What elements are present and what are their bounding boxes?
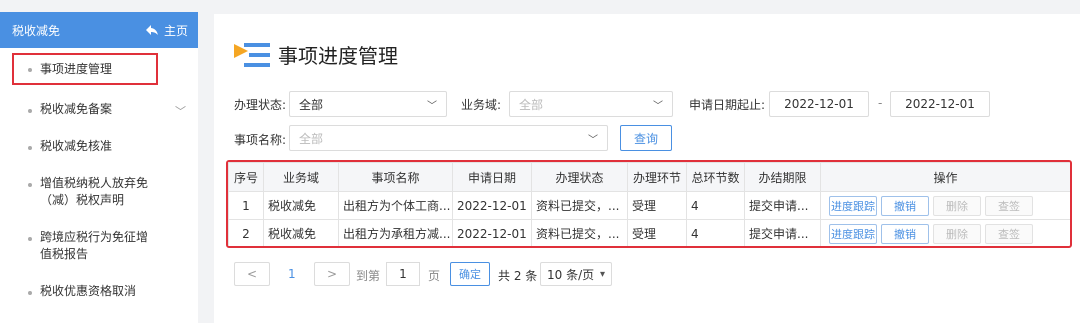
cell-domain: 税收减免 (263, 191, 339, 220)
date-separator: - (878, 96, 883, 110)
sidebar-item-label: 增值税纳税人放弃免（减）税权声明 (40, 176, 149, 207)
bullet-icon (28, 146, 32, 150)
back-arrow-icon (145, 25, 158, 35)
next-page-button[interactable]: > (314, 262, 350, 286)
revoke-button[interactable]: 撤销 (881, 195, 929, 216)
col-header-no: 序号 (228, 162, 264, 192)
bullet-icon (28, 237, 32, 241)
chevron-down-icon: ﹀ (588, 134, 598, 146)
page-unit-label: 页 (428, 269, 441, 283)
cell-date: 2022-12-01 (452, 219, 532, 246)
cell-status: 资料已提交，... (531, 191, 628, 220)
cell-actions: 进度跟踪 撤销 删除 查签 (820, 219, 1070, 246)
sidebar-item-progress[interactable]: 事项进度管理 (12, 53, 158, 85)
domain-select[interactable]: 全部 ﹀ (509, 91, 673, 117)
sidebar-item-label: 跨境应税行为免征增值税报告 (40, 230, 149, 261)
col-header-date: 申请日期 (452, 162, 532, 192)
page-size-select[interactable]: 10 条/页 ▾ (540, 262, 612, 286)
date-range-label: 申请日期起止: (689, 98, 766, 112)
sidebar-item-crossborder[interactable]: 跨境应税行为免征增值税报告 (0, 229, 180, 263)
sidebar-item-label: 税收减免备案 (40, 102, 113, 116)
cell-status: 资料已提交，... (531, 219, 628, 246)
page-header: 事项进度管理 (234, 40, 398, 69)
page-number-input[interactable]: 1 (386, 262, 420, 286)
bullet-icon (28, 183, 32, 187)
sidebar-item-label: 税收减免核准 (40, 139, 113, 153)
results-table: 序号 业务域 事项名称 申请日期 办理状态 办理环节 总环节数 办结期限 操作 … (226, 160, 1072, 248)
cell-deadline: 提交申请... (744, 219, 821, 246)
page-title: 事项进度管理 (278, 44, 398, 68)
bullet-icon (28, 109, 32, 113)
col-header-status: 办理状态 (531, 162, 628, 192)
cell-name: 出租方为个体工商... (338, 191, 453, 220)
delete-button[interactable]: 删除 (933, 195, 981, 216)
sign-button[interactable]: 查签 (985, 195, 1033, 216)
sidebar-item-label: 事项进度管理 (40, 61, 113, 76)
date-end-value: 2022-12-01 (905, 97, 975, 111)
date-start-input[interactable]: 2022-12-01 (769, 91, 869, 117)
delete-button[interactable]: 删除 (933, 223, 981, 244)
prev-page-button[interactable]: < (234, 262, 270, 286)
sidebar-header: 税收减免 主页 (0, 12, 198, 48)
track-button[interactable]: 进度跟踪 (829, 195, 877, 216)
table-row: 2 税收减免 出租方为承租方减... 2022-12-01 资料已提交，... … (228, 219, 1070, 246)
confirm-page-button[interactable]: 确定 (450, 262, 490, 286)
col-header-name: 事项名称 (338, 162, 453, 192)
date-start-value: 2022-12-01 (784, 97, 854, 111)
cell-deadline: 提交申请... (744, 191, 821, 220)
sidebar-item-waiver[interactable]: 增值税纳税人放弃免（减）税权声明 (0, 175, 180, 209)
sidebar-title: 税收减免 (12, 23, 61, 38)
revoke-button[interactable]: 撤销 (881, 223, 929, 244)
cell-name: 出租方为承租方减... (338, 219, 453, 246)
cell-total: 4 (686, 219, 745, 246)
cell-no: 1 (228, 191, 264, 220)
domain-placeholder: 全部 (519, 97, 544, 112)
chevron-down-icon: ﹀ (175, 105, 186, 118)
date-end-input[interactable]: 2022-12-01 (890, 91, 990, 117)
sidebar-item-label: 税收优惠资格取消 (40, 284, 137, 298)
cell-domain: 税收减免 (263, 219, 339, 246)
home-label: 主页 (163, 23, 188, 38)
sign-button[interactable]: 查签 (985, 223, 1033, 244)
item-name-placeholder: 全部 (299, 131, 324, 146)
home-link[interactable]: 主页 (145, 22, 188, 39)
chevron-down-icon: ▾ (599, 268, 605, 280)
cell-step: 受理 (627, 219, 687, 246)
cell-total: 4 (686, 191, 745, 220)
sidebar-item-approval[interactable]: 税收减免核准 (0, 138, 198, 155)
chevron-down-icon: ﹀ (653, 100, 663, 112)
track-button[interactable]: 进度跟踪 (829, 223, 877, 244)
cell-no: 2 (228, 219, 264, 246)
status-label: 办理状态: (234, 98, 287, 112)
col-header-deadline: 办结期限 (744, 162, 821, 192)
table-header-row: 序号 业务域 事项名称 申请日期 办理状态 办理环节 总环节数 办结期限 操作 (228, 162, 1070, 192)
sidebar-item-filing[interactable]: 税收减免备案 ﹀ (0, 101, 198, 118)
item-name-label: 事项名称: (234, 133, 287, 147)
total-count: 共 2 条 (498, 269, 538, 283)
col-header-domain: 业务域 (263, 162, 339, 192)
item-name-select[interactable]: 全部 ﹀ (289, 125, 608, 151)
query-button[interactable]: 查询 (620, 125, 672, 151)
domain-label: 业务域: (461, 98, 502, 112)
col-header-total: 总环节数 (686, 162, 745, 192)
goto-label: 到第 (356, 269, 381, 283)
col-header-step: 办理环节 (627, 162, 687, 192)
cell-actions: 进度跟踪 撤销 删除 查签 (820, 191, 1070, 220)
sidebar: 税收减免 主页 事项进度管理 税收减免备案 ﹀ 税收减免核准 增值税纳税人放弃免… (0, 12, 198, 323)
col-header-actions: 操作 (820, 162, 1070, 192)
status-value: 全部 (299, 97, 324, 112)
page-size-value: 10 条/页 (547, 267, 595, 282)
sidebar-item-cancel[interactable]: 税收优惠资格取消 (0, 283, 198, 300)
cell-step: 受理 (627, 191, 687, 220)
current-page[interactable]: 1 (288, 267, 296, 281)
cell-date: 2022-12-01 (452, 191, 532, 220)
bullet-icon (28, 68, 32, 72)
main-panel: 事项进度管理 办理状态: 全部 ﹀ 业务域: 全部 ﹀ 申请日期起止: 2022… (214, 14, 1080, 323)
status-select[interactable]: 全部 ﹀ (289, 91, 447, 117)
bullet-icon (28, 291, 32, 295)
chevron-down-icon: ﹀ (427, 100, 437, 112)
table-row: 1 税收减免 出租方为个体工商... 2022-12-01 资料已提交，... … (228, 191, 1070, 220)
list-logo-icon (234, 42, 270, 67)
